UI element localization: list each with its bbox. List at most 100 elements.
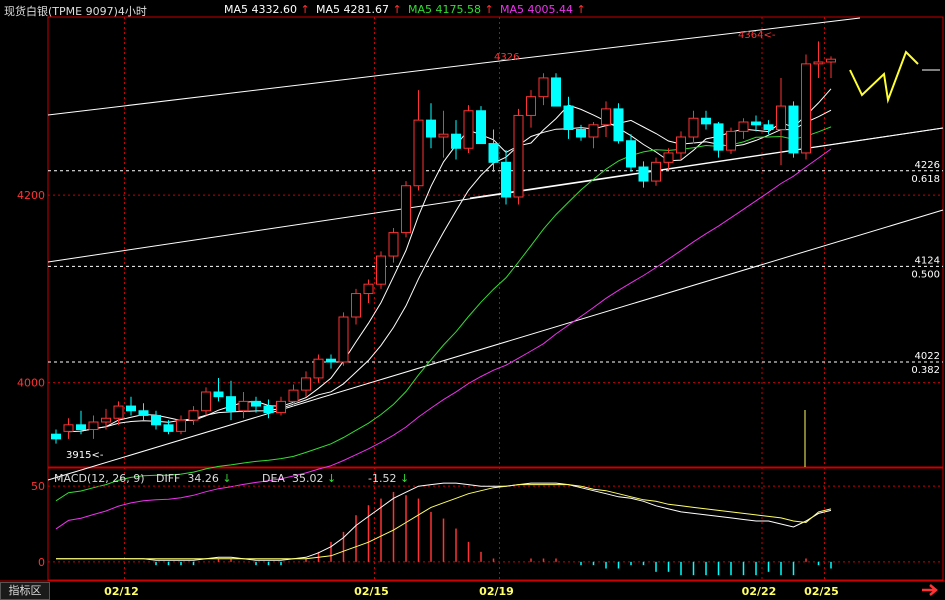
candle-down [713,123,724,151]
macd-y-label: 50 [31,480,45,493]
candles [51,41,836,444]
fibonacci-levels: 4226 0.618 4124 0.500 4022 0.382 [48,160,943,376]
candle-down [501,161,511,198]
macd-diff: DIFF 34.26 ↓ [156,472,232,485]
candle-up [363,283,374,295]
y-tick-label: 4000 [17,377,45,390]
candle-down [488,143,499,163]
x-tick-label: 02/25 [804,585,839,598]
candle-down [563,105,574,130]
symbol-title: 现货白银(TPME 9097)4小时 [4,5,147,18]
candle-up [588,124,599,138]
candle-down [126,405,136,412]
candle-down [751,121,761,126]
candle-up [526,96,536,116]
candle-up [113,405,124,419]
candle-down [476,110,486,145]
candle-up [438,133,449,138]
x-tick-label: 02/22 [742,585,777,598]
candle-up [63,424,74,432]
candle-down [138,410,149,416]
candle-down [263,405,274,414]
candle-up [188,410,199,421]
low-annotation: 3915<- [66,450,104,461]
candle-up [201,391,211,412]
candle-up [376,255,386,285]
candlestick-chart: 4226 0.618 4124 0.500 4022 0.382 4364<- 4326 39… [0,16,945,598]
candle-up [351,293,361,318]
peak-annotation: 4326 [494,52,519,63]
candle-up [401,185,411,234]
macd-panel [48,482,943,576]
candle-up [238,400,249,412]
indicator-tab[interactable]: 指标区 [0,582,50,600]
candle-down [163,424,174,432]
candle-up [88,421,99,430]
candle-up [676,136,686,154]
candle-up [301,377,311,391]
scroll-right-arrow-icon[interactable] [920,583,942,597]
fib-ratio-label: 0.618 [911,174,940,185]
candle-down [213,391,224,398]
candle-down [626,140,636,168]
candle-up [726,130,736,151]
candle-up [313,358,324,379]
candle-up [801,63,811,154]
macd-y-label: 0 [38,556,45,569]
candle-down [326,358,336,363]
candle-up [513,114,524,198]
forecast-zigzag [849,50,919,104]
ma-legend-2: MA5 4281.67 ↑ [316,3,402,16]
candle-down [613,108,624,142]
candle-up [176,419,186,432]
candle-down [226,396,236,412]
candle-down [576,129,586,138]
candle-down [251,400,261,407]
candle-up [813,61,824,65]
candle-up [601,108,611,126]
x-tick-label: 02/12 [104,585,139,598]
candle-down [51,433,61,440]
candle-up [413,119,424,187]
fib-price-label: 4124 [915,255,940,266]
candle-up [826,58,836,63]
candle-up [688,117,699,138]
macd-title: MACD(12, 26, 9) [54,472,145,485]
fib-price-label: 4226 [915,160,940,171]
candle-down [788,105,799,154]
candle-up [538,77,549,98]
y-tick-label: 4200 [17,189,45,202]
candle-up [663,152,674,163]
candle-up [463,110,474,149]
candle-up [738,121,749,132]
fib-ratio-label: 0.500 [911,269,940,280]
macd-value: -1.52 ↓ [368,472,410,485]
candle-up [276,400,286,414]
candle-down [451,133,461,149]
candle-up [776,105,786,130]
candle-down [763,124,774,130]
candle-up [288,389,299,402]
candle-up [101,417,111,423]
candle-down [76,424,86,430]
ma-legend-4: MA5 4005.44 ↑ [500,3,586,16]
candle-down [151,414,161,426]
x-tick-label: 02/15 [354,585,389,598]
ma-legend-3: MA5 4175.58 ↑ [408,3,494,16]
axis-labels: 02/12 02/15 02/19 02/22 02/25 4200 4000 50 0 [17,189,839,598]
trend-line [47,209,944,481]
candle-down [551,77,561,107]
fib-ratio-label: 0.382 [911,365,940,376]
candle-down [426,119,436,138]
x-tick-label: 02/19 [479,585,514,598]
ma-legend-1: MA5 4332.60 ↑ [224,3,310,16]
fib-price-label: 4022 [915,351,940,362]
candle-down [701,117,711,125]
candle-up [388,232,399,257]
candle-down [638,166,649,182]
ma-line [55,126,832,502]
candle-up [651,161,661,182]
candle-up [338,316,349,363]
high-annotation: 4364<- [738,30,776,41]
macd-dea: DEA 35.02 ↓ [262,472,337,485]
